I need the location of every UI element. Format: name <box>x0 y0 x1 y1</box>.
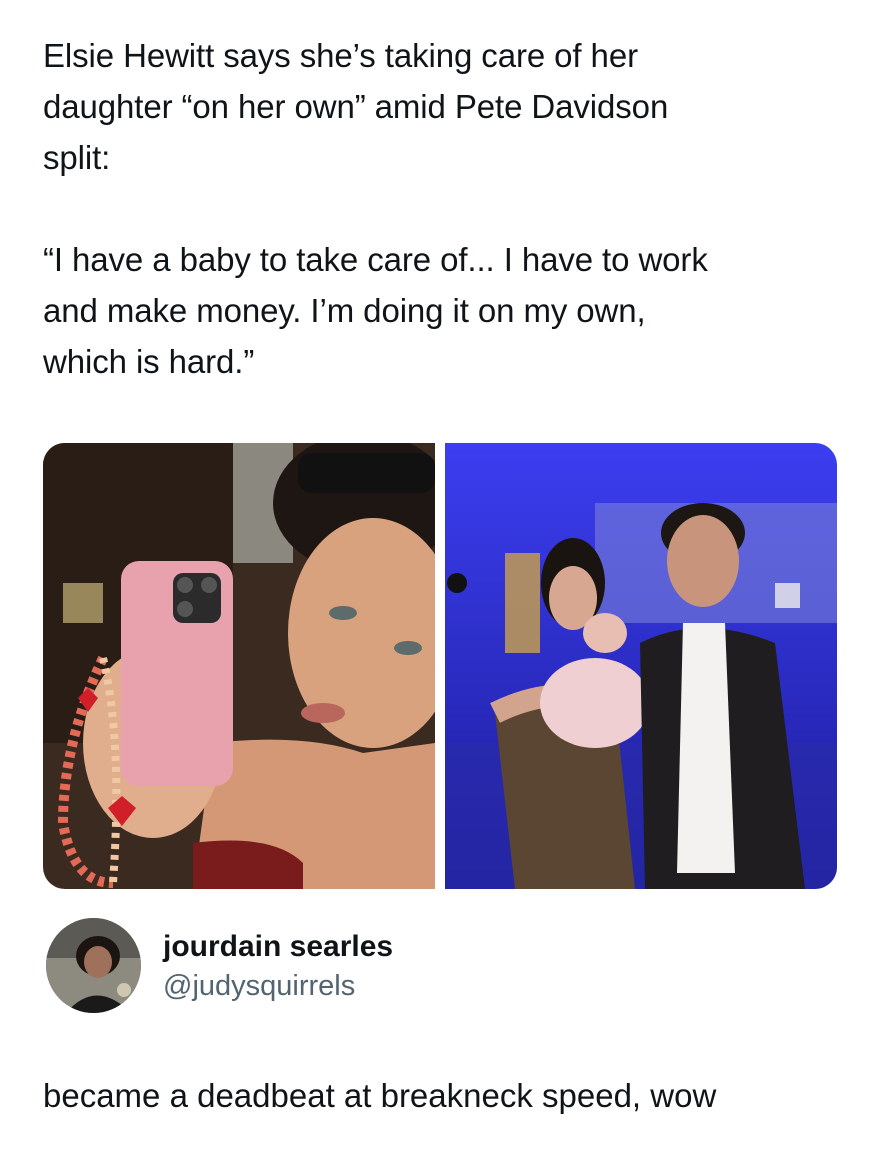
user-handle[interactable]: @judysquirrels <box>163 967 393 1005</box>
mirror-selfie-photo[interactable] <box>43 443 435 889</box>
couple-with-baby-photo[interactable] <box>445 443 837 889</box>
avatar[interactable] <box>46 918 141 1013</box>
reply-author[interactable]: jourdain searles @judysquirrels <box>46 918 393 1013</box>
tweet-headline: Elsie Hewitt says she’s taking care of h… <box>43 37 669 176</box>
author-names: jourdain searles @judysquirrels <box>163 927 393 1005</box>
couple-image <box>445 443 837 889</box>
avatar-image <box>46 918 141 1013</box>
reply-text: became a deadbeat at breakneck speed, wo… <box>43 1077 717 1114</box>
selfie-image <box>43 443 435 889</box>
tweet-quote: “I have a baby to take care of... I have… <box>43 241 708 380</box>
quoted-tweet: Elsie Hewitt says she’s taking care of h… <box>43 30 843 387</box>
media-grid <box>43 443 837 889</box>
display-name[interactable]: jourdain searles <box>163 927 393 967</box>
